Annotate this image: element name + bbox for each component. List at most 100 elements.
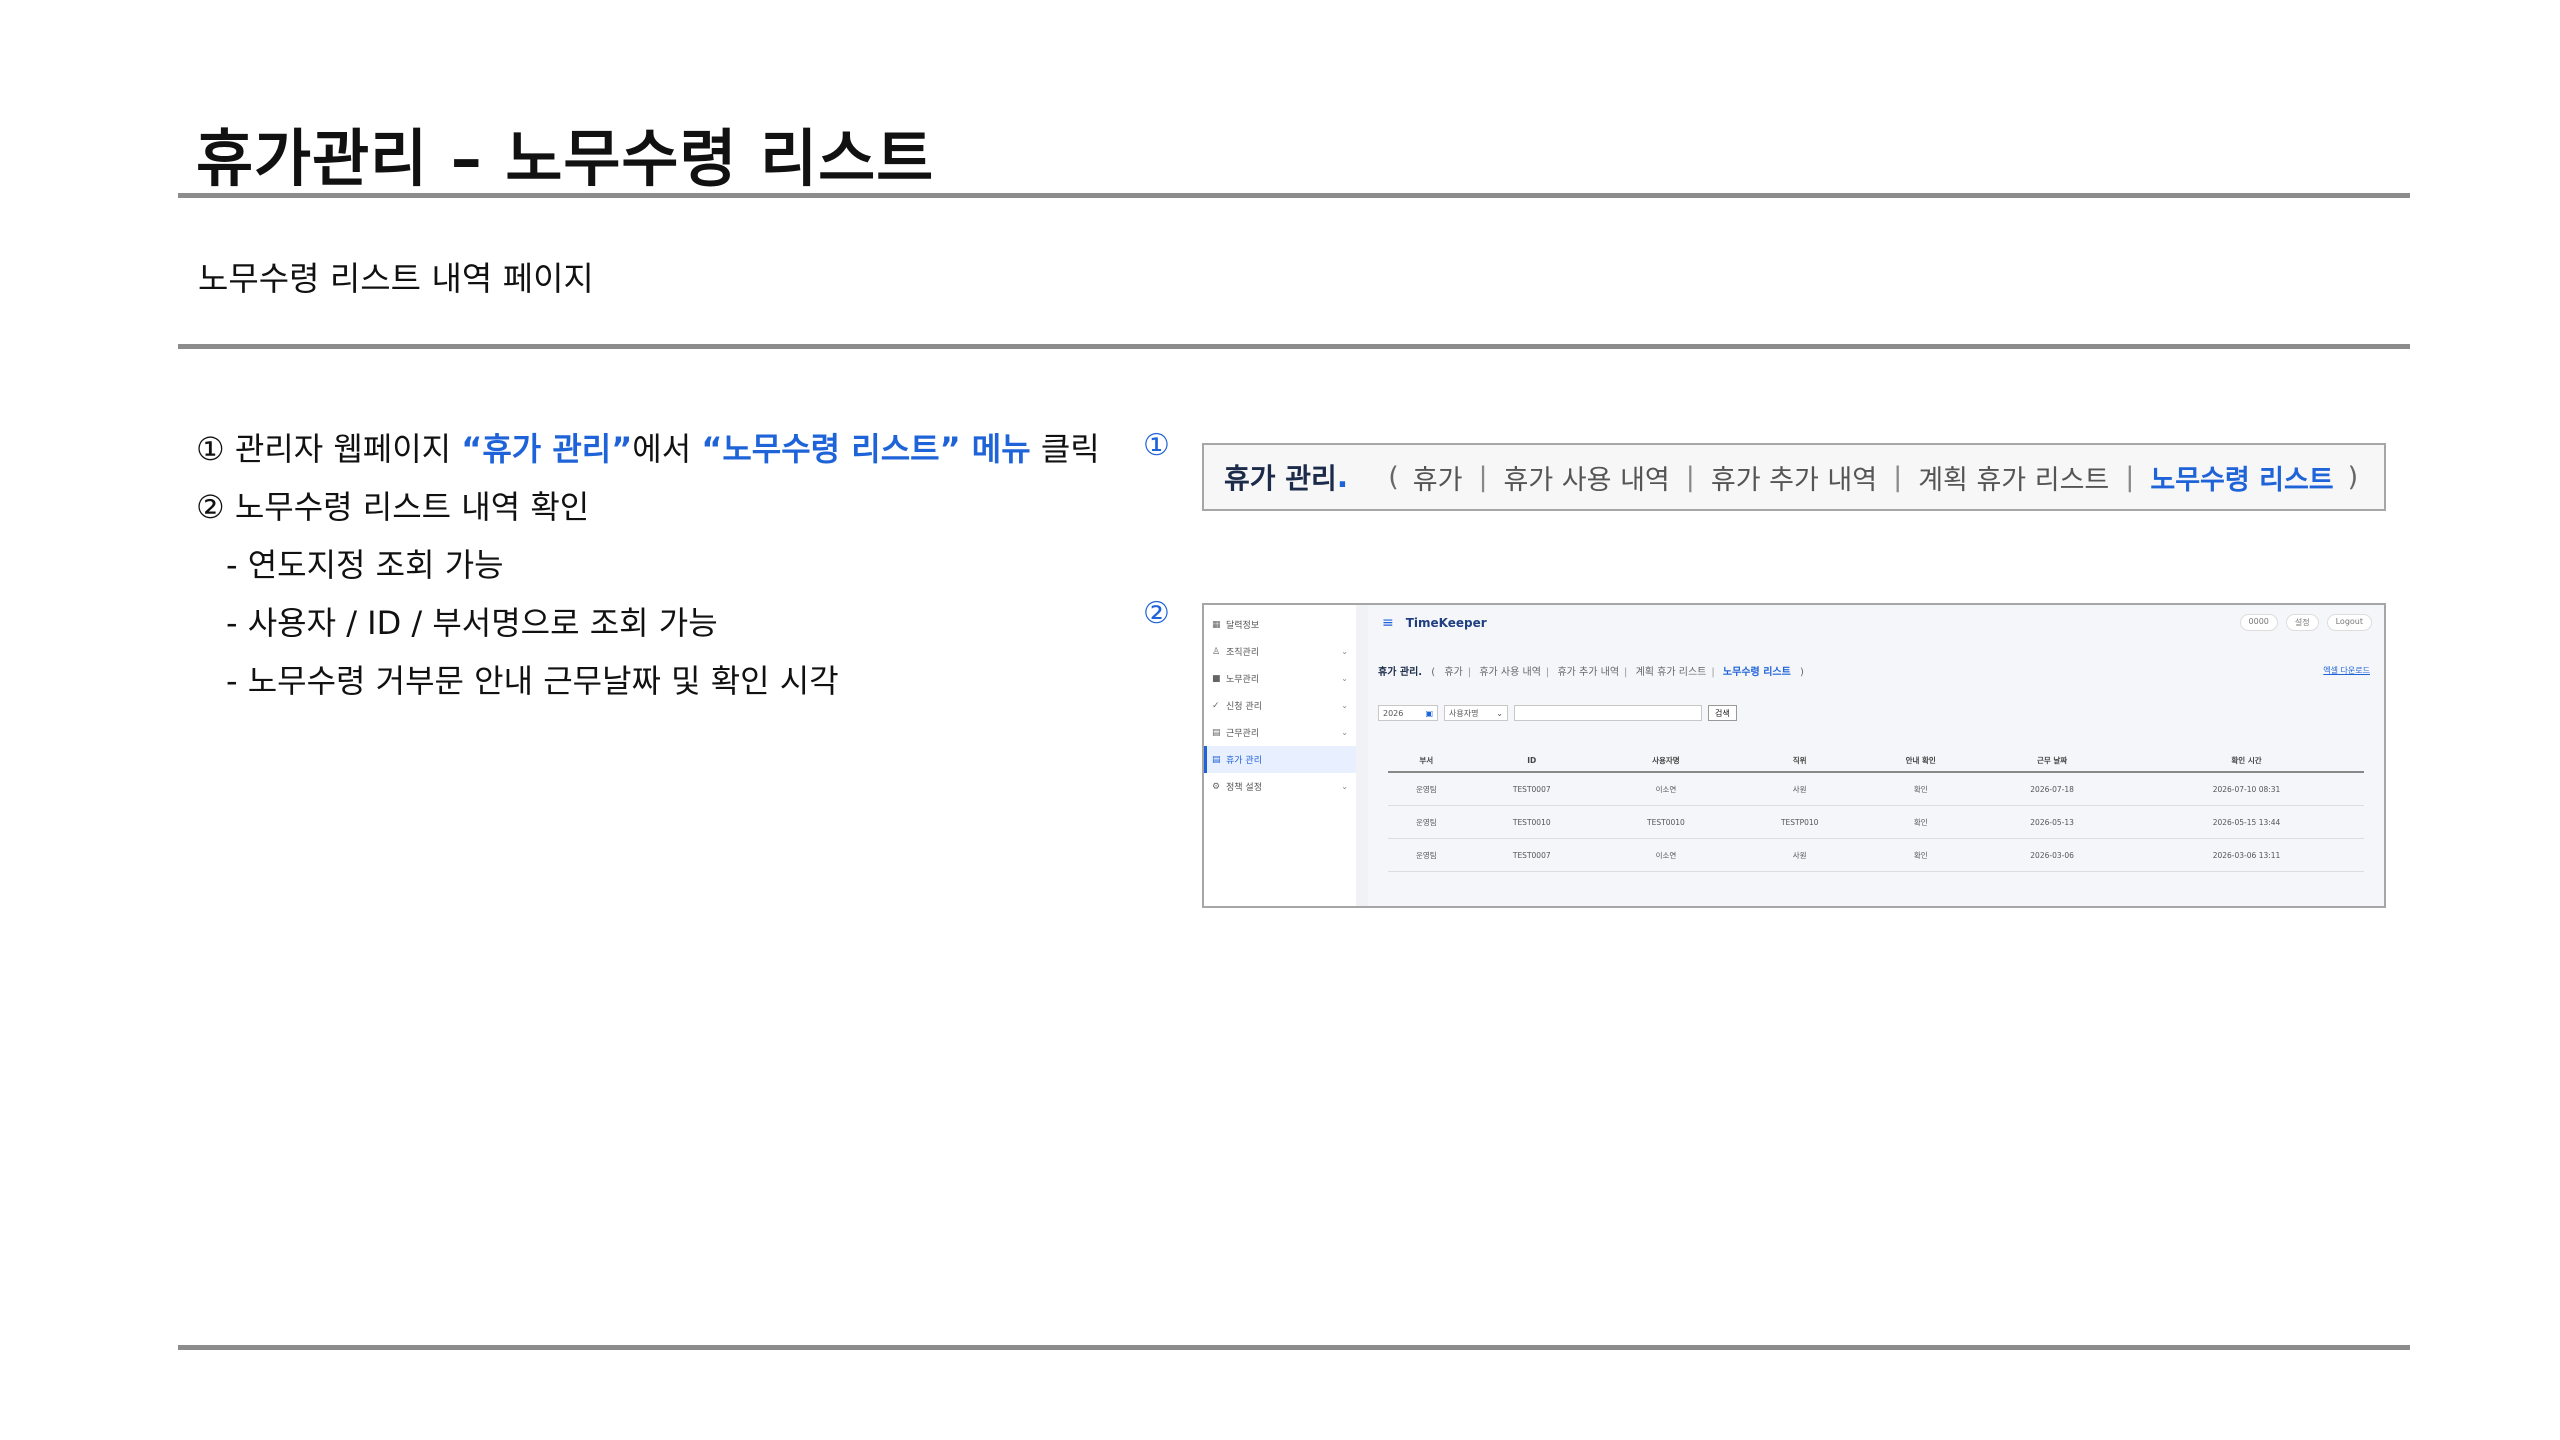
step-2: ② 노무수령 리스트 내역 확인 bbox=[196, 478, 1100, 536]
table-cell: 확인 bbox=[1866, 838, 1976, 872]
table-row[interactable]: 운영팀 TEST0007 이소연 사원 확인 2026-03-06 2026-0… bbox=[1388, 838, 2364, 872]
step-1-text-end: 클릭 bbox=[1030, 430, 1100, 468]
table-cell: TEST0007 bbox=[1464, 772, 1599, 806]
breadcrumb-separator: | bbox=[2125, 461, 2135, 493]
table-cell: 운영팀 bbox=[1388, 838, 1465, 872]
step-1-number: ① bbox=[196, 430, 225, 468]
chevron-down-icon: ⌄ bbox=[1341, 647, 1348, 656]
sub-item: - 노무수령 거부문 안내 근무날짜 및 확인 시각 bbox=[226, 662, 839, 700]
breadcrumb-item-labor-receipt[interactable]: 노무수령 리스트 bbox=[2150, 458, 2333, 497]
table-cell: TEST0010 bbox=[1464, 805, 1599, 839]
app-breadcrumb-open-paren: ( bbox=[1431, 667, 1436, 678]
breadcrumb-item-usage[interactable]: 휴가 사용 내역 bbox=[1504, 458, 1670, 497]
folder-icon: ■ bbox=[1212, 673, 1221, 684]
breadcrumb-open-paren: ( bbox=[1388, 461, 1399, 493]
year-picker[interactable]: 2026 ▣ bbox=[1378, 705, 1438, 721]
breadcrumb-item-planned[interactable]: 계획 휴가 리스트 bbox=[1918, 458, 2109, 497]
column-header: ID bbox=[1464, 749, 1599, 773]
table-cell: 2026-05-13 bbox=[1975, 805, 2130, 839]
table-row[interactable]: 운영팀 TEST0010 TEST0010 TESTP010 확인 2026-0… bbox=[1388, 805, 2364, 839]
table-header-row: 부서 ID 사용자명 직위 안내 확인 근무 날짜 확인 시간 bbox=[1388, 749, 2364, 773]
breadcrumb-separator: | bbox=[1478, 461, 1488, 493]
sidebar-item-calendar[interactable]: ▦ 달력정보 bbox=[1204, 611, 1356, 638]
filter-bar: 2026 ▣ 사용자명 ⌄ 검색 bbox=[1378, 705, 1737, 721]
app-breadcrumb-separator: | bbox=[1624, 667, 1628, 678]
search-button[interactable]: 검색 bbox=[1708, 705, 1737, 721]
search-type-select[interactable]: 사용자명 ⌄ bbox=[1444, 705, 1508, 721]
app-breadcrumb-separator: | bbox=[1545, 667, 1550, 678]
chart-icon: ▦ bbox=[1212, 619, 1221, 630]
steps-list: ① 관리자 웹페이지 “휴가 관리”에서 “노무수령 리스트” 메뉴 클릭 ② … bbox=[196, 420, 1100, 710]
year-value: 2026 bbox=[1383, 708, 1404, 718]
breadcrumb-item-added[interactable]: 휴가 추가 내역 bbox=[1711, 458, 1877, 497]
breadcrumb-item-vacation[interactable]: 휴가 bbox=[1413, 458, 1463, 497]
table-cell: 운영팀 bbox=[1388, 772, 1465, 806]
breadcrumb-separator: | bbox=[1893, 461, 1903, 493]
table-cell: TESTP010 bbox=[1733, 805, 1867, 839]
table-cell: 이소연 bbox=[1598, 772, 1734, 806]
sidebar-item-work[interactable]: ▤ 근무관리 ⌄ bbox=[1204, 719, 1356, 746]
column-header: 직위 bbox=[1733, 749, 1867, 773]
gear-icon: ⚙ bbox=[1212, 781, 1221, 792]
table-cell: 2026-03-06 bbox=[1975, 838, 2130, 872]
step-1: ① 관리자 웹페이지 “휴가 관리”에서 “노무수령 리스트” 메뉴 클릭 bbox=[196, 420, 1100, 478]
marker-1: ① bbox=[1143, 428, 1170, 463]
sidebar-item-requests[interactable]: ✓ 신청 관리 ⌄ bbox=[1204, 692, 1356, 719]
logout-pill[interactable]: Logout bbox=[2326, 614, 2372, 631]
table-cell: 확인 bbox=[1866, 772, 1976, 806]
excel-download-link[interactable]: 엑셀 다운로드 bbox=[2323, 665, 2370, 676]
breadcrumb-dot: . bbox=[1336, 459, 1349, 495]
chevron-down-icon: ⌄ bbox=[1341, 728, 1348, 737]
app-breadcrumb-item[interactable]: 계획 휴가 리스트 bbox=[1636, 667, 1707, 678]
table-cell: 사원 bbox=[1733, 838, 1867, 872]
sidebar-item-label: 신청 관리 bbox=[1226, 702, 1262, 712]
table-row[interactable]: 운영팀 TEST0007 이소연 사원 확인 2026-07-18 2026-0… bbox=[1388, 772, 2364, 806]
chevron-down-icon: ⌄ bbox=[1341, 674, 1348, 683]
sidebar-item-labor[interactable]: ■ 노무관리 ⌄ bbox=[1204, 665, 1356, 692]
step-1-text: 관리자 웹페이지 bbox=[234, 430, 462, 468]
sub-item: - 사용자 / ID / 부서명으로 조회 가능 bbox=[226, 604, 718, 642]
sidebar-item-label: 노무관리 bbox=[1226, 675, 1260, 685]
breadcrumb-title: 휴가 관리 bbox=[1224, 462, 1337, 495]
column-header: 부서 bbox=[1388, 749, 1465, 773]
sidebar-item-org[interactable]: ♙ 조직관리 ⌄ bbox=[1204, 638, 1356, 665]
top-bar: ≡ TimeKeeper 0000 설정 Logout bbox=[1368, 605, 2384, 641]
app-breadcrumb-title: 휴가 관리. bbox=[1378, 667, 1423, 678]
footer-divider bbox=[178, 1345, 2410, 1350]
sidebar-item-label: 조직관리 bbox=[1226, 648, 1260, 658]
sidebar-item-label: 정책 설정 bbox=[1226, 783, 1262, 793]
app-breadcrumb-item[interactable]: 휴가 추가 내역 bbox=[1557, 667, 1619, 678]
check-icon: ✓ bbox=[1212, 700, 1220, 711]
breadcrumb-close-paren: ) bbox=[2347, 461, 2359, 493]
app-breadcrumb-item-active[interactable]: 노무수령 리스트 bbox=[1723, 667, 1791, 678]
sidebar-item-policy[interactable]: ⚙ 정책 설정 ⌄ bbox=[1204, 773, 1356, 800]
sidebar: ▦ 달력정보 ♙ 조직관리 ⌄ ■ 노무관리 ⌄ ✓ 신청 관리 ⌄ ▤ 근무관… bbox=[1204, 605, 1357, 906]
step-2-number: ② bbox=[196, 488, 225, 526]
table-cell: 2026-03-06 13:11 bbox=[2129, 838, 2364, 872]
chevron-down-icon: ⌄ bbox=[1496, 708, 1503, 718]
search-input[interactable] bbox=[1514, 705, 1702, 721]
page-subtitle: 노무수령 리스트 내역 페이지 bbox=[198, 259, 594, 298]
sidebar-item-vacation[interactable]: ▤ 휴가 관리 bbox=[1204, 746, 1356, 773]
column-header: 근무 날짜 bbox=[1975, 749, 2130, 773]
chevron-down-icon: ⌄ bbox=[1341, 701, 1348, 710]
hamburger-menu-icon[interactable]: ≡ bbox=[1382, 615, 1394, 631]
page-title: 휴가관리 – 노무수령 리스트 bbox=[196, 122, 935, 195]
main-content: ≡ TimeKeeper 0000 설정 Logout 휴가 관리. ( 휴가 |… bbox=[1368, 605, 2384, 906]
org-icon: ♙ bbox=[1212, 646, 1221, 657]
subtitle-divider bbox=[178, 344, 2410, 349]
sidebar-item-label: 근무관리 bbox=[1226, 729, 1260, 739]
settings-pill[interactable]: 설정 bbox=[2285, 614, 2319, 631]
app-screenshot: ▦ 달력정보 ♙ 조직관리 ⌄ ■ 노무관리 ⌄ ✓ 신청 관리 ⌄ ▤ 근무관… bbox=[1202, 603, 2386, 908]
app-breadcrumb-item[interactable]: 휴가 사용 내역 bbox=[1479, 667, 1541, 678]
breadcrumb-screenshot: 휴가 관리 . ( 휴가 | 휴가 사용 내역 | 휴가 추가 내역 | 계획 … bbox=[1202, 443, 2386, 511]
sidebar-gutter bbox=[1356, 605, 1368, 906]
table-cell: TEST0010 bbox=[1598, 805, 1734, 839]
step-1-text-mid: 에서 bbox=[632, 430, 702, 468]
step-1-highlight-menu: “휴가 관리” bbox=[461, 430, 633, 468]
app-breadcrumb-item[interactable]: 휴가 bbox=[1444, 667, 1462, 678]
user-code-pill[interactable]: 0000 bbox=[2239, 614, 2278, 631]
app-breadcrumb: 휴가 관리. ( 휴가 | 휴가 사용 내역 | 휴가 추가 내역 | 계획 휴가 리… bbox=[1378, 663, 1804, 678]
step-2-text: 노무수령 리스트 내역 확인 bbox=[234, 488, 590, 526]
brand-logo: TimeKeeper bbox=[1405, 616, 1487, 630]
